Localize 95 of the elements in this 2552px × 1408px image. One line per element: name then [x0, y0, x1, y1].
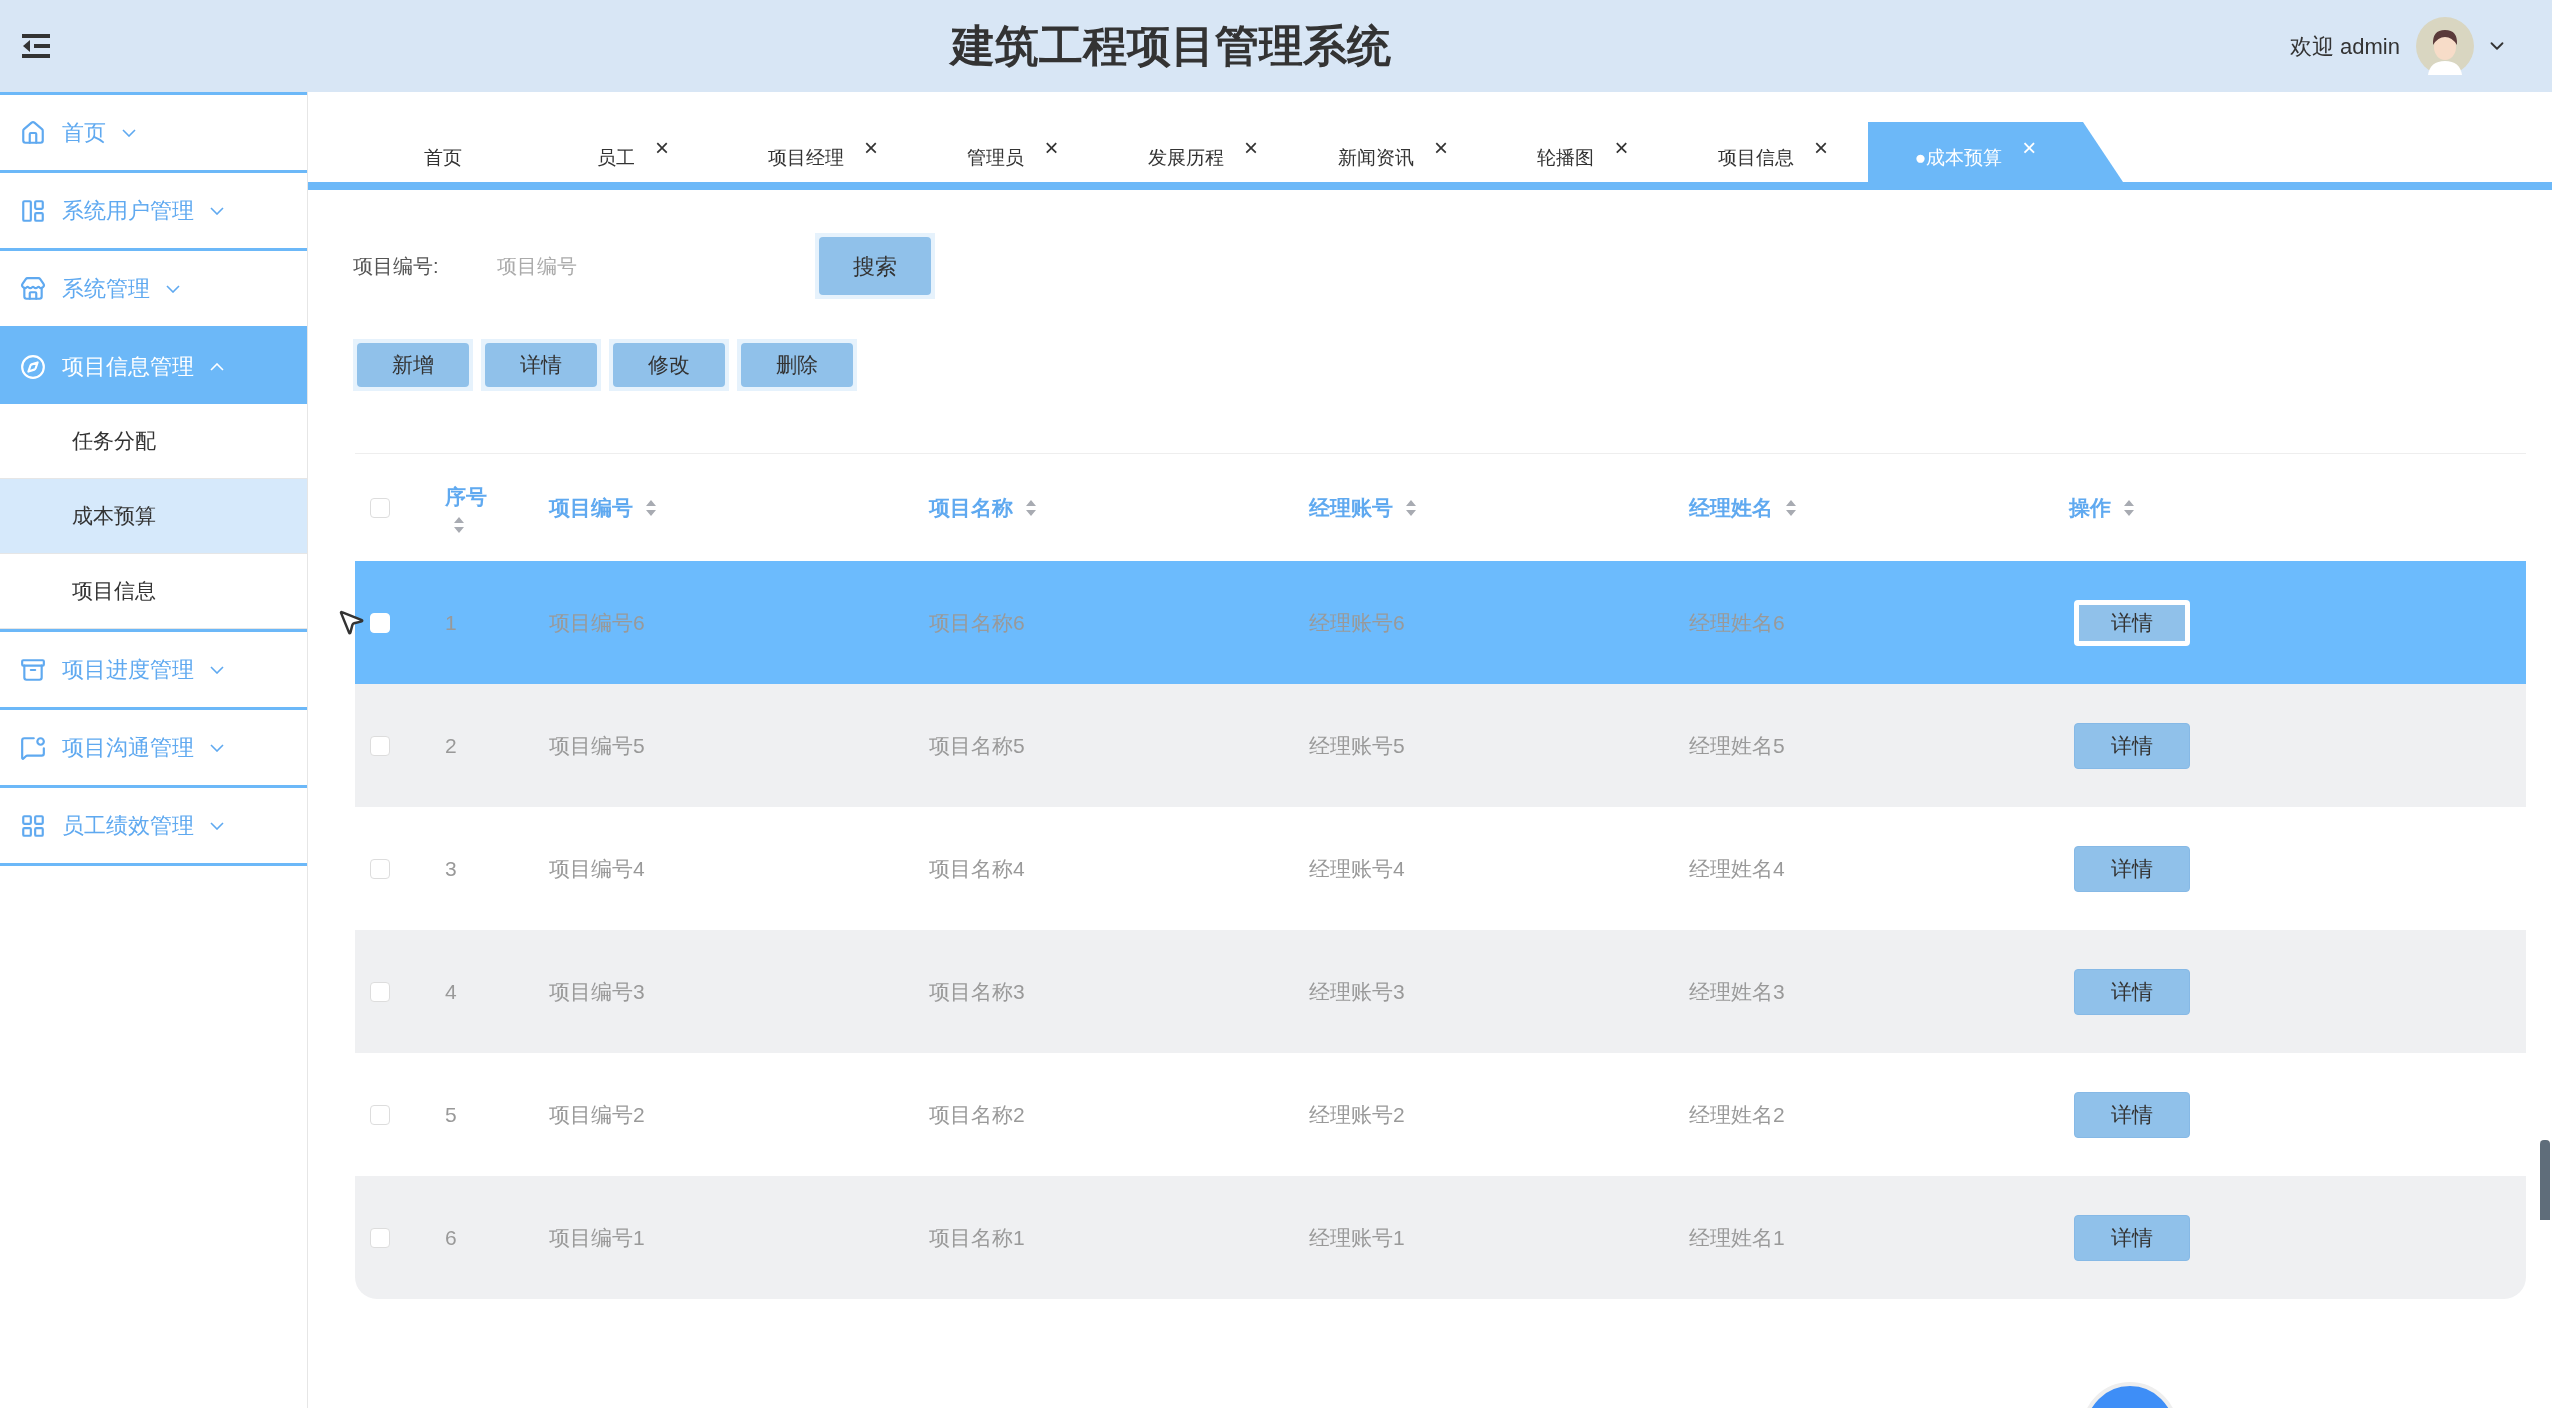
table-cell: 项目编号6 [549, 610, 645, 634]
table-cell: 项目名称1 [929, 1225, 1025, 1249]
table-cell: 经理姓名1 [1689, 1225, 1785, 1249]
table-cell: 项目编号5 [549, 733, 645, 757]
chevron-down-icon [210, 665, 224, 674]
search-button[interactable]: 搜索 [819, 237, 931, 295]
tab[interactable]: 项目信息 × [1678, 122, 1868, 182]
sort-icon[interactable] [1785, 498, 1797, 517]
detail-button[interactable]: 详情 [2074, 1091, 2190, 1138]
sort-icon[interactable] [453, 516, 465, 535]
table-row[interactable]: 2 项目编号5 项目名称5 经理账号5 经理姓名5 详情 [355, 684, 2526, 807]
table-cell: 4 [445, 979, 457, 1003]
close-tab-button[interactable]: × [864, 136, 878, 160]
table-cell: 项目编号1 [549, 1225, 645, 1249]
tab[interactable]: 轮播图 × [1488, 122, 1678, 182]
chevron-down-icon [122, 128, 136, 137]
close-tab-button[interactable]: × [1244, 136, 1258, 160]
tab-slant-icon [2083, 122, 2123, 182]
table-cell: 3 [445, 856, 457, 880]
table-cell: 经理姓名4 [1689, 856, 1785, 880]
table-cell: 项目名称3 [929, 979, 1025, 1003]
detail-button[interactable]: 详情 [2074, 845, 2190, 892]
tab[interactable]: 员工 × [538, 122, 728, 182]
table-cell: 2 [445, 733, 457, 757]
avatar-icon[interactable] [2416, 17, 2474, 75]
detail-button[interactable]: 详情 [2074, 722, 2190, 769]
table-cell: 经理账号3 [1309, 979, 1405, 1003]
table-cell: 经理账号5 [1309, 733, 1405, 757]
home-icon [20, 119, 46, 146]
chevron-down-icon [210, 821, 224, 830]
table-cell: 5 [445, 1102, 457, 1126]
table-cell: 项目名称2 [929, 1102, 1025, 1126]
close-tab-button[interactable]: × [655, 136, 669, 160]
table-cell: 项目编号4 [549, 856, 645, 880]
panels-icon [20, 197, 46, 224]
table-cell: 经理账号6 [1309, 610, 1405, 634]
tab[interactable]: 发展历程 × [1108, 122, 1298, 182]
row-checkbox[interactable] [370, 1227, 390, 1248]
table-cell: 经理账号4 [1309, 856, 1405, 880]
close-tab-button[interactable]: × [1614, 136, 1629, 160]
scrollbar-icon [2540, 1140, 2550, 1220]
row-checkbox[interactable] [370, 858, 390, 879]
close-tab-button[interactable]: × [1814, 136, 1828, 160]
table-cell: 经理账号1 [1309, 1225, 1405, 1249]
row-checkbox[interactable] [370, 1104, 390, 1125]
chevron-down-icon [210, 743, 224, 752]
table-cell: 6 [445, 1225, 457, 1249]
row-checkbox[interactable] [370, 735, 390, 756]
action-button[interactable]: 详情 [485, 343, 597, 387]
detail-button[interactable]: 详情 [2074, 1214, 2190, 1261]
action-button[interactable]: 删除 [741, 343, 853, 387]
action-button[interactable]: 新增 [357, 343, 469, 387]
table-cell: 项目名称5 [929, 733, 1025, 757]
table-cell: 1 [445, 610, 457, 634]
tab[interactable]: 首页 [348, 122, 538, 182]
table-cell: 项目名称4 [929, 856, 1025, 880]
sort-icon[interactable] [1025, 498, 1037, 517]
tab[interactable]: 项目经理 × [728, 122, 918, 182]
table-cell: 经理账号2 [1309, 1102, 1405, 1126]
sort-icon[interactable] [645, 498, 657, 517]
compass-icon [20, 353, 46, 380]
table-cell: 经理姓名2 [1689, 1102, 1785, 1126]
tab[interactable]: 新闻资讯 × [1298, 122, 1488, 182]
row-checkbox[interactable] [370, 981, 390, 1002]
detail-button[interactable]: 详情 [2074, 599, 2190, 646]
detail-button[interactable]: 详情 [2074, 968, 2190, 1015]
table-cell: 项目编号2 [549, 1102, 645, 1126]
chevron-up-icon [210, 362, 224, 371]
table-cell: 项目编号3 [549, 979, 645, 1003]
store-icon [20, 275, 46, 302]
table-cell: 项目名称6 [929, 610, 1025, 634]
table-cell: 经理姓名3 [1689, 979, 1785, 1003]
search-label: 项目编号: [353, 254, 440, 279]
tab[interactable]: 管理员 × [918, 122, 1108, 182]
submenu-item[interactable]: 成本预算 [0, 479, 307, 554]
select-all-checkbox[interactable] [370, 497, 390, 518]
chevron-down-icon [210, 206, 224, 215]
welcome-text: 欢迎 admin [2289, 32, 2400, 61]
search-field[interactable]: 项目编号 [489, 241, 789, 291]
chat-icon [20, 734, 46, 761]
close-tab-button[interactable]: × [1044, 136, 1059, 160]
table-row[interactable]: 6 项目编号1 项目名称1 经理账号1 经理姓名1 详情 [355, 1176, 2526, 1299]
sort-icon[interactable] [1405, 498, 1417, 517]
table-row[interactable]: 1 项目编号6 项目名称6 经理账号6 经理姓名6 详情 [355, 561, 2526, 684]
chevron-down-icon [166, 284, 180, 293]
app-title: 建筑工程项目管理系统 [950, 20, 1391, 72]
grid-icon [20, 812, 46, 839]
menu-icon[interactable] [20, 33, 52, 59]
sort-icon[interactable] [2123, 498, 2135, 517]
table-cell: 经理姓名6 [1689, 610, 1785, 634]
action-button[interactable]: 修改 [613, 343, 725, 387]
table-row[interactable]: 4 项目编号3 项目名称3 经理账号3 经理姓名3 详情 [355, 930, 2526, 1053]
table-cell: 经理姓名5 [1689, 733, 1785, 757]
close-tab-button[interactable]: × [1434, 136, 1448, 160]
archive-icon [20, 656, 46, 683]
